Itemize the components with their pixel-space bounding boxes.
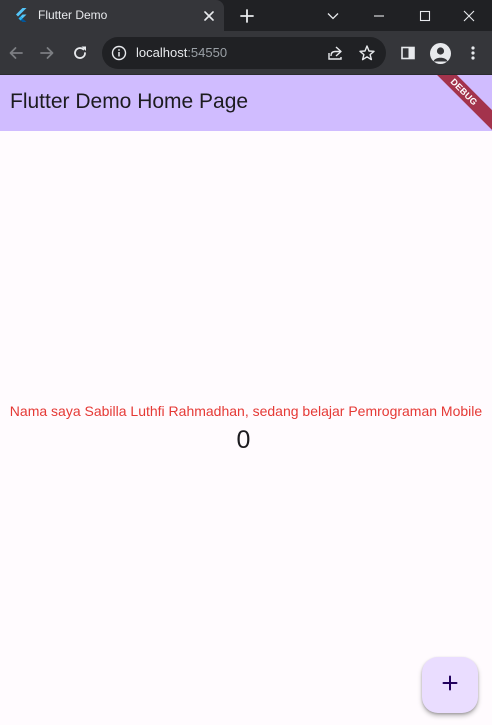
url-host: localhost <box>136 45 188 60</box>
share-icon[interactable] <box>326 44 344 62</box>
page-title: Flutter Demo Home Page <box>10 90 249 113</box>
tab-strip: Flutter Demo <box>0 0 492 31</box>
increment-button[interactable] <box>422 657 478 713</box>
add-icon <box>441 674 459 697</box>
tab-search-chevron-icon[interactable] <box>310 0 356 31</box>
tab-flutter-demo[interactable]: Flutter Demo <box>0 0 224 31</box>
new-tab-plus-icon[interactable] <box>236 5 258 27</box>
counter-value: 0 <box>236 426 251 454</box>
bookmark-star-icon[interactable] <box>358 44 376 62</box>
flutter-logo-icon <box>13 7 29 23</box>
app-bar: Flutter Demo Home Page <box>0 75 492 131</box>
address-bar[interactable]: localhost:54550 <box>102 37 386 69</box>
side-panel-icon[interactable] <box>396 41 420 65</box>
browser-window: Flutter Demo localhost:54550 Flutter Dem… <box>0 0 492 725</box>
more-menu-icon[interactable] <box>461 41 485 65</box>
tab-close-icon[interactable] <box>200 7 218 25</box>
site-info-icon[interactable] <box>111 45 127 61</box>
tab-title: Flutter Demo <box>38 8 108 22</box>
intro-message: Nama saya Sabilla Luthfi Rahmadhan, seda… <box>9 403 483 419</box>
forward-arrow-icon[interactable] <box>35 41 59 65</box>
maximize-icon[interactable] <box>402 0 448 31</box>
url-text: localhost:54550 <box>136 45 227 60</box>
flutter-app: Flutter Demo Home Page DEBUG Nama saya S… <box>0 75 492 725</box>
app-body: Nama saya Sabilla Luthfi Rahmadhan, seda… <box>0 131 492 725</box>
browser-toolbar: localhost:54550 <box>0 31 492 75</box>
minimize-icon[interactable] <box>356 0 402 31</box>
avatar <box>429 42 451 64</box>
reload-icon[interactable] <box>68 41 92 65</box>
url-port: :54550 <box>187 45 228 60</box>
window-close-icon[interactable] <box>446 0 492 31</box>
back-arrow-icon[interactable] <box>4 41 28 65</box>
profile-avatar-icon[interactable] <box>428 41 452 65</box>
